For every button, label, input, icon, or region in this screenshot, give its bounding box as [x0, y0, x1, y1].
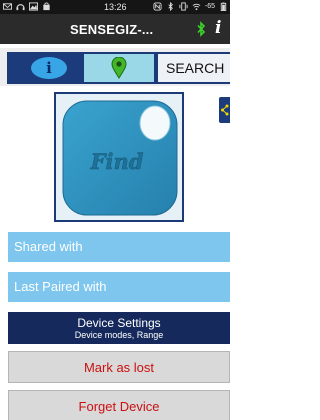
tag-image-frame[interactable]: Find: [54, 92, 184, 222]
device-settings-subtitle: Device modes, Range: [74, 330, 164, 340]
bluetooth-icon[interactable]: [196, 21, 206, 37]
headset-icon: [16, 4, 25, 11]
device-settings-title: Device Settings: [77, 316, 161, 330]
app-title: SENSEGIZ-...: [70, 22, 154, 37]
mark-as-lost-label: Mark as lost: [83, 360, 155, 375]
side-drawer-handle[interactable]: [219, 97, 230, 123]
nfc-icon: [153, 2, 162, 11]
bluetooth-icon: [168, 2, 173, 11]
app-bar: SENSEGIZ-... i: [0, 14, 230, 44]
wifi-icon: [192, 3, 201, 11]
share-icon: [221, 104, 229, 116]
forget-device-label: Forget Device: [78, 399, 160, 414]
battery-icon: [220, 2, 227, 11]
mail-icon: [3, 3, 12, 10]
shared-with-label: Shared with: [14, 239, 83, 254]
mark-as-lost-button[interactable]: Mark as lost: [8, 351, 230, 383]
tab-info[interactable]: i: [7, 52, 84, 84]
tab-bar: i SEARCH: [0, 48, 230, 86]
signal-text: -65: [204, 3, 215, 10]
vibrate-icon: [179, 2, 188, 11]
shopping-icon: [43, 2, 50, 11]
shared-with-row[interactable]: Shared with: [8, 232, 230, 262]
last-paired-with-label: Last Paired with: [14, 279, 107, 294]
tab-map[interactable]: [84, 52, 156, 84]
tab-search-label: SEARCH: [166, 60, 225, 76]
device-settings-button[interactable]: Device Settings Device modes, Range: [8, 312, 230, 344]
info-icon[interactable]: i: [215, 18, 221, 38]
info-circle-icon: i: [31, 57, 67, 79]
status-bar: 13:26 -65: [0, 0, 230, 14]
image-icon: [29, 2, 38, 11]
status-left-icons: [3, 2, 51, 11]
map-pin-icon: [111, 57, 127, 79]
status-right-icons: -65: [153, 2, 228, 11]
tag-image-text: Find: [90, 149, 144, 174]
forget-device-button[interactable]: Forget Device: [8, 390, 230, 420]
tag-image: Find: [62, 100, 178, 216]
last-paired-with-row[interactable]: Last Paired with: [8, 272, 230, 302]
tab-search[interactable]: SEARCH: [156, 52, 230, 84]
status-time: 13:26: [104, 2, 127, 12]
